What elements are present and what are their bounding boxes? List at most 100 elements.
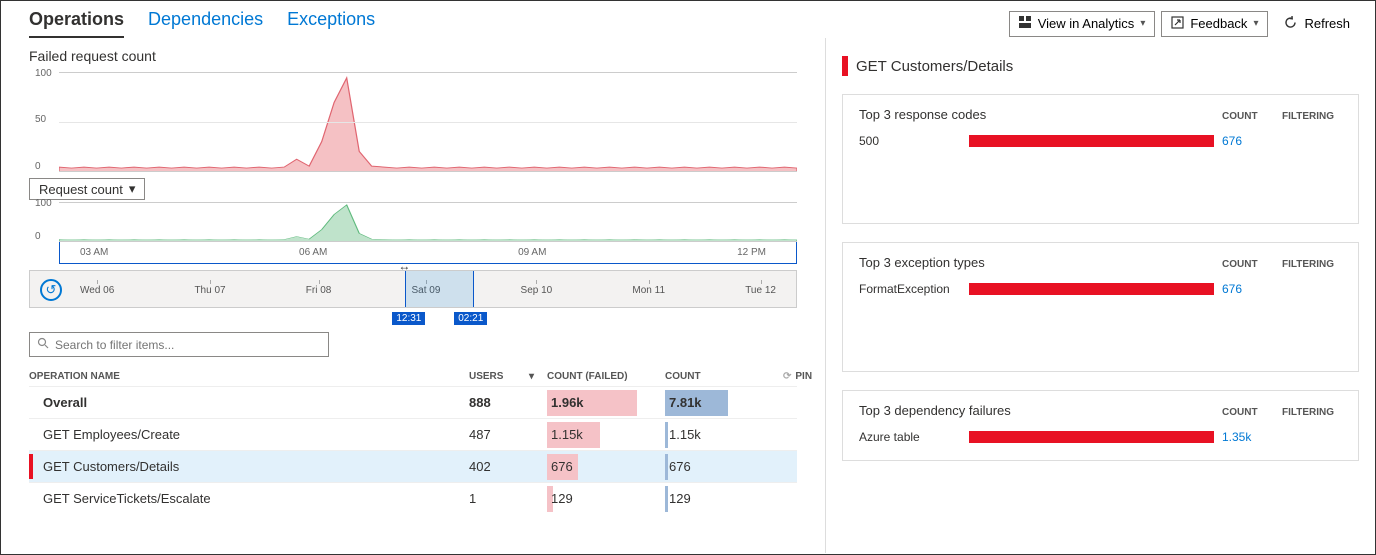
panel-item-count[interactable]: 676	[1222, 282, 1282, 296]
panel-item-bar	[969, 431, 1214, 443]
request-count-chart: 100 0	[29, 202, 797, 242]
panel-item-bar	[969, 283, 1214, 295]
request-count-series	[59, 203, 797, 241]
operations-table: OPERATION NAME USERS ▾ COUNT (FAILED) CO…	[29, 367, 797, 514]
failed-request-chart-title: Failed request count	[29, 48, 797, 64]
panel-exception-types: Top 3 exception types COUNT FILTERING Fo…	[842, 242, 1359, 372]
panel-col-filter: FILTERING	[1282, 407, 1342, 418]
panel-col-filter: FILTERING	[1282, 259, 1342, 270]
pin-icon: ⟳	[783, 371, 791, 382]
request-count-dropdown[interactable]: Request count ▾	[29, 178, 145, 200]
op-count: 1.15k	[665, 427, 701, 442]
col-count[interactable]: COUNT	[665, 371, 783, 382]
chevron-down-icon: ▾	[129, 181, 136, 197]
y-tick: 50	[35, 114, 46, 125]
refresh-label: Refresh	[1304, 16, 1350, 31]
panel-title: Top 3 response codes	[859, 107, 1222, 122]
panel-col-count: COUNT	[1222, 407, 1282, 418]
panel-col-count: COUNT	[1222, 111, 1282, 122]
timeline-day: Fri 08	[306, 282, 332, 296]
refresh-icon	[1283, 15, 1298, 33]
op-count: 129	[665, 491, 691, 506]
view-analytics-label: View in Analytics	[1038, 16, 1135, 31]
time-tick: 09 AM	[518, 247, 546, 258]
panel-item-count[interactable]: 1.35k	[1222, 430, 1282, 444]
panel-item-name: 500	[859, 134, 969, 148]
op-failed: 1.96k	[547, 395, 584, 410]
op-count: 7.81k	[665, 395, 702, 410]
feedback-icon	[1171, 16, 1184, 32]
chevron-down-icon: ▾	[1253, 18, 1258, 29]
panel-response-codes: Top 3 response codes COUNT FILTERING 500…	[842, 94, 1359, 224]
refresh-button[interactable]: Refresh	[1274, 11, 1359, 37]
col-users[interactable]: USERS	[469, 371, 529, 382]
timeline-day: Sep 10	[521, 282, 553, 296]
search-box[interactable]	[29, 332, 329, 357]
timeline-day: Thu 07	[194, 282, 225, 296]
table-row-overall[interactable]: Overall 888 1.96k 7.81k	[29, 386, 797, 418]
op-failed: 1.15k	[547, 427, 583, 442]
panel-item-name: Azure table	[859, 430, 969, 444]
op-name: GET Customers/Details	[29, 459, 469, 474]
panel-title: Top 3 exception types	[859, 255, 1222, 270]
op-name: GET ServiceTickets/Escalate	[29, 491, 469, 506]
timeline-day: Wed 06	[80, 282, 114, 296]
panel-row[interactable]: Azure table 1.35k	[859, 426, 1342, 448]
view-analytics-button[interactable]: View in Analytics ▾	[1009, 11, 1156, 37]
timeline-day: Tue 12	[745, 282, 776, 296]
feedback-label: Feedback	[1190, 16, 1247, 31]
panel-item-bar	[969, 135, 1214, 147]
timeline-start-handle[interactable]: 12:31	[392, 312, 425, 325]
col-count-failed[interactable]: COUNT (FAILED)	[547, 371, 665, 382]
y-tick: 0	[35, 161, 41, 172]
detail-title: GET Customers/Details	[856, 58, 1013, 75]
sort-desc-icon[interactable]: ▾	[529, 371, 547, 382]
op-users: 487	[469, 427, 529, 442]
feedback-button[interactable]: Feedback ▾	[1161, 11, 1268, 37]
time-tick: 03 AM	[80, 247, 108, 258]
panel-dependency-failures: Top 3 dependency failures COUNT FILTERIN…	[842, 390, 1359, 461]
panel-row[interactable]: 500 676	[859, 130, 1342, 152]
panel-title: Top 3 dependency failures	[859, 403, 1222, 418]
y-tick: 100	[35, 198, 52, 209]
panel-col-filter: FILTERING	[1282, 111, 1342, 122]
analytics-icon	[1019, 16, 1032, 32]
detail-header: GET Customers/Details	[842, 56, 1359, 76]
timeline-day: Mon 11	[632, 282, 665, 296]
table-row[interactable]: GET ServiceTickets/Escalate 1 129 129	[29, 482, 797, 514]
col-operation-name[interactable]: OPERATION NAME	[29, 371, 469, 382]
search-input[interactable]	[55, 338, 321, 352]
timeline-navigator[interactable]: ↺ Wed 06 Thu 07 Fri 08 Sat 09 Sep 10 Mon…	[29, 270, 797, 308]
op-failed: 129	[547, 491, 573, 506]
failed-request-chart: 100 50 0	[29, 72, 797, 172]
time-axis: 03 AM 06 AM 09 AM 12 PM	[59, 242, 797, 264]
tab-operations[interactable]: Operations	[29, 9, 124, 38]
timeline-selection[interactable]: ↔ 12:31 02:21	[405, 271, 474, 307]
panel-item-name: FormatException	[859, 282, 969, 296]
op-users: 402	[469, 459, 529, 474]
drag-cursor-icon: ↔	[398, 259, 410, 273]
op-count: 676	[665, 459, 691, 474]
time-tick: 12 PM	[737, 247, 766, 258]
timeline-reset-icon[interactable]: ↺	[40, 279, 62, 301]
tab-exceptions[interactable]: Exceptions	[287, 9, 375, 38]
time-tick: 06 AM	[299, 247, 327, 258]
panel-item-count[interactable]: 676	[1222, 134, 1282, 148]
op-name: Overall	[29, 395, 469, 410]
op-users: 888	[469, 395, 529, 410]
request-count-label: Request count	[39, 182, 123, 197]
op-failed: 676	[547, 459, 573, 474]
table-row-selected[interactable]: GET Customers/Details 402 676 676	[29, 450, 797, 482]
col-pin[interactable]: PIN	[795, 371, 812, 382]
panel-row[interactable]: FormatException 676	[859, 278, 1342, 300]
y-tick: 0	[35, 231, 41, 242]
tab-dependencies[interactable]: Dependencies	[148, 9, 263, 38]
chevron-down-icon: ▾	[1140, 18, 1145, 29]
panel-col-count: COUNT	[1222, 259, 1282, 270]
op-users: 1	[469, 491, 529, 506]
timeline-end-handle[interactable]: 02:21	[454, 312, 487, 325]
detail-accent	[842, 56, 848, 76]
y-tick: 100	[35, 68, 52, 79]
table-row[interactable]: GET Employees/Create 487 1.15k 1.15k	[29, 418, 797, 450]
search-icon	[37, 337, 49, 352]
